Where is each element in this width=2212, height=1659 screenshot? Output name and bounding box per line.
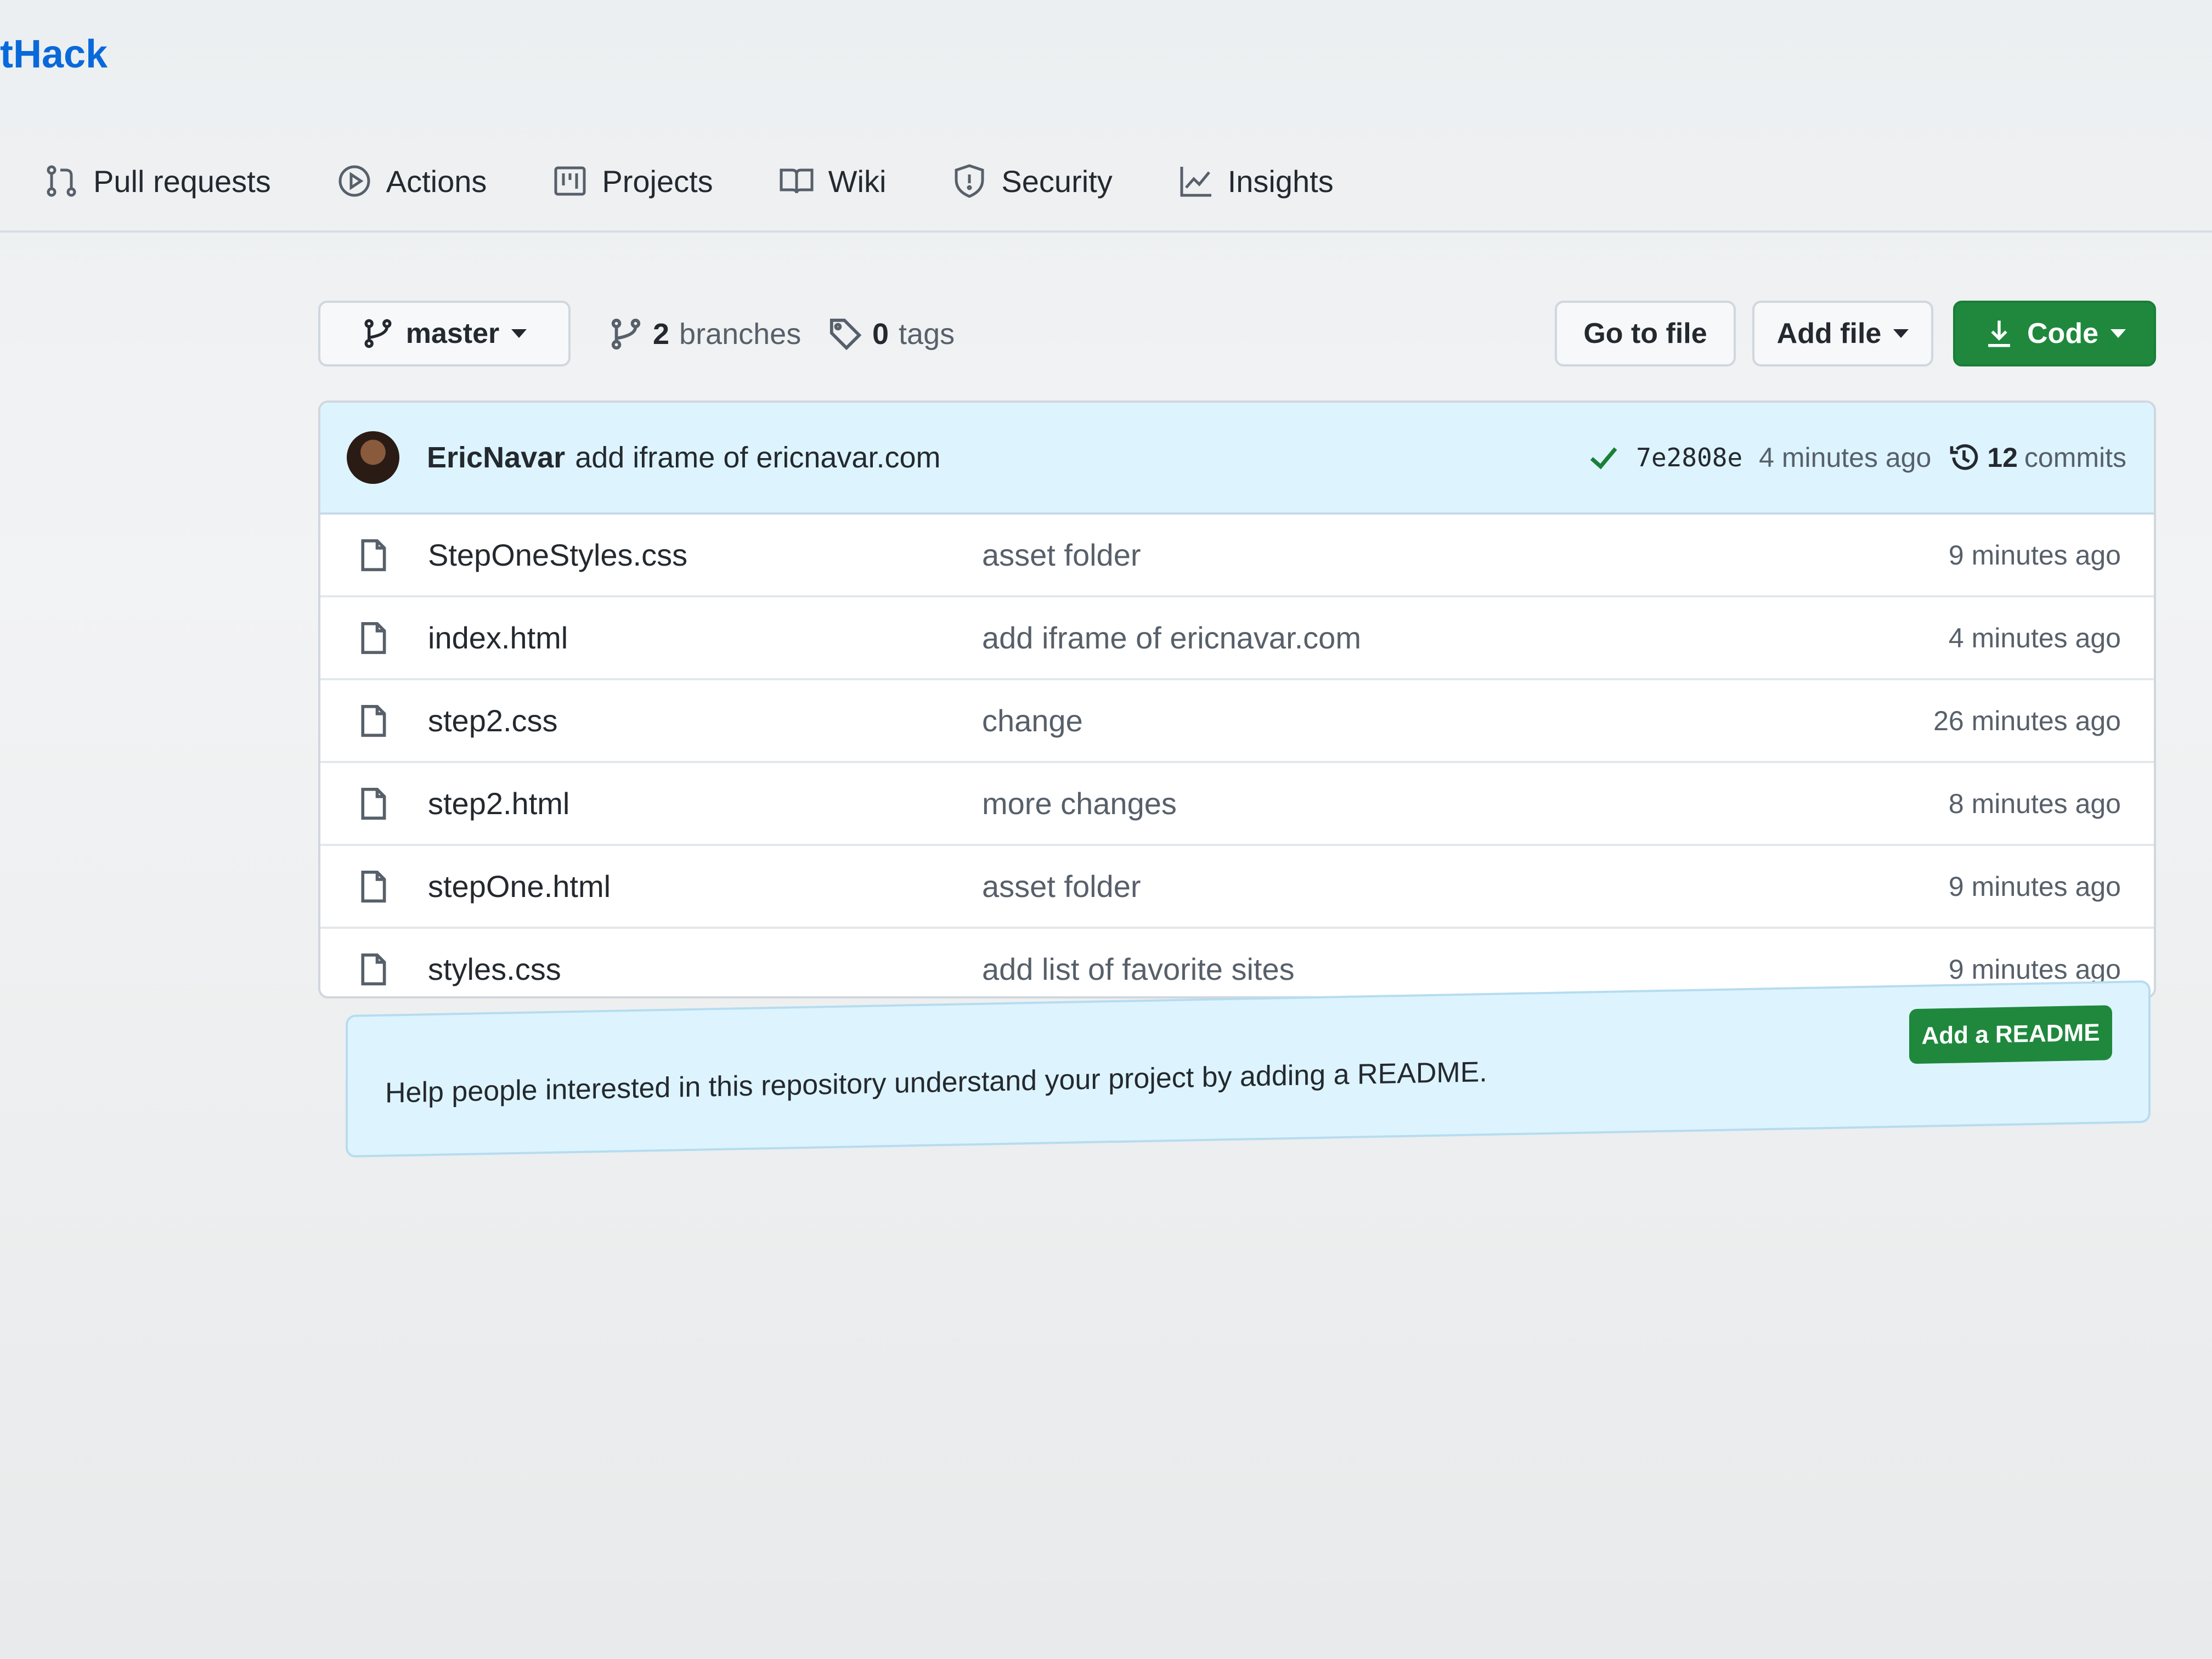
file-row[interactable]: index.html add iframe of ericnavar.com 4… — [320, 595, 2154, 678]
go-to-file-label: Go to file — [1583, 318, 1707, 349]
branch-name: master — [405, 318, 500, 349]
commit-sha[interactable]: 7e2808e — [1636, 443, 1742, 472]
play-icon — [338, 165, 370, 197]
graph-icon — [1180, 167, 1211, 197]
file-icon — [361, 787, 386, 820]
file-age: 9 minutes ago — [1948, 953, 2121, 985]
commit-author[interactable]: EricNavar — [427, 441, 565, 475]
file-commit-message[interactable]: add list of favorite sites — [982, 951, 1295, 987]
latest-commit-bar: EricNavar add iframe of ericnavar.com 7e… — [320, 403, 2154, 515]
chevron-down-icon — [511, 329, 527, 338]
file-name[interactable]: step2.css — [428, 703, 982, 738]
readme-banner-text: Help people interested in this repositor… — [385, 1056, 1487, 1109]
avatar[interactable] — [347, 431, 399, 484]
shield-icon — [955, 164, 984, 198]
download-icon — [1988, 320, 2010, 347]
file-row[interactable]: StepOneStyles.css asset folder 9 minutes… — [320, 515, 2154, 595]
repo-nav: Pull requests Actions Projects Wiki Secu… — [44, 154, 1334, 208]
tags-link[interactable]: 0 tags — [828, 317, 955, 351]
file-age: 9 minutes ago — [1948, 871, 2121, 902]
file-commit-message[interactable]: add iframe of ericnavar.com — [982, 620, 1361, 656]
tab-pull-requests[interactable]: Pull requests — [44, 163, 271, 199]
file-icon — [361, 870, 386, 902]
branches-link[interactable]: 2 branches — [609, 317, 801, 351]
commit-message[interactable]: add iframe of ericnavar.com — [575, 441, 940, 475]
commit-time: 4 minutes ago — [1759, 442, 1932, 473]
branch-select-button[interactable]: master — [318, 301, 571, 366]
file-list: StepOneStyles.css asset folder 9 minutes… — [320, 515, 2154, 996]
file-name[interactable]: index.html — [428, 620, 982, 656]
tag-icon — [830, 318, 862, 351]
add-file-button[interactable]: Add file — [1752, 301, 1933, 366]
file-name[interactable]: StepOneStyles.css — [428, 537, 982, 573]
tags-count: 0 — [872, 318, 889, 351]
branches-count: 2 — [653, 318, 670, 351]
tab-actions[interactable]: Actions — [337, 163, 487, 199]
readme-banner: Help people interested in this repositor… — [346, 980, 2151, 1158]
commit-meta: 7e2808e 4 minutes ago 12 commits — [1588, 441, 2126, 474]
file-list-box: EricNavar add iframe of ericnavar.com 7e… — [318, 400, 2156, 998]
file-icon — [361, 539, 386, 571]
file-commit-message[interactable]: asset folder — [982, 537, 1141, 573]
tab-pull-requests-label: Pull requests — [93, 163, 271, 199]
tab-actions-label: Actions — [386, 163, 487, 199]
file-age: 8 minutes ago — [1948, 788, 2121, 819]
tab-insights-label: Insights — [1227, 163, 1334, 199]
tab-insights[interactable]: Insights — [1178, 163, 1334, 199]
file-name[interactable]: styles.css — [428, 951, 982, 987]
commits-link[interactable]: 12 commits — [1948, 441, 2126, 474]
add-readme-button[interactable]: Add a README — [1909, 1005, 2112, 1064]
file-icon — [361, 953, 386, 985]
tab-projects-label: Projects — [602, 163, 713, 199]
project-board-icon — [554, 166, 586, 196]
go-to-file-button[interactable]: Go to file — [1555, 301, 1736, 366]
file-commit-message[interactable]: change — [982, 703, 1083, 738]
tags-label: tags — [899, 318, 955, 351]
tab-security-label: Security — [1001, 163, 1113, 199]
tab-wiki[interactable]: Wiki — [779, 163, 887, 199]
tab-projects[interactable]: Projects — [552, 163, 713, 199]
nav-divider — [0, 230, 2212, 233]
tab-wiki-label: Wiki — [828, 163, 887, 199]
branch-icon — [364, 319, 392, 348]
file-toolbar: master 2 branches 0 tags Go to file Add … — [318, 301, 2156, 372]
file-name[interactable]: step2.html — [428, 786, 982, 821]
branch-icon — [611, 318, 641, 350]
file-commit-message[interactable]: asset folder — [982, 868, 1141, 904]
file-name[interactable]: stepOne.html — [428, 868, 982, 904]
pull-request-icon — [47, 165, 76, 197]
file-row[interactable]: step2.html more changes 8 minutes ago — [320, 761, 2154, 844]
chevron-down-icon — [2111, 329, 2126, 338]
tab-security[interactable]: Security — [952, 163, 1113, 199]
chevron-down-icon — [1893, 329, 1909, 338]
check-icon — [1590, 447, 1617, 470]
book-icon — [780, 168, 814, 194]
file-row[interactable]: step2.css change 26 minutes ago — [320, 678, 2154, 761]
file-age: 4 minutes ago — [1948, 622, 2121, 653]
file-row[interactable]: stepOne.html asset folder 9 minutes ago — [320, 844, 2154, 927]
code-label: Code — [2027, 318, 2098, 349]
history-icon — [1950, 444, 1978, 470]
file-age: 26 minutes ago — [1933, 705, 2121, 736]
file-icon — [361, 622, 386, 654]
file-age: 9 minutes ago — [1948, 539, 2121, 571]
add-file-label: Add file — [1776, 318, 1882, 349]
repo-title[interactable]: tHack — [0, 32, 108, 77]
file-commit-message[interactable]: more changes — [982, 786, 1177, 821]
file-icon — [361, 704, 386, 737]
commits-count: 12 — [1987, 442, 2018, 473]
branches-label: branches — [679, 318, 802, 351]
commits-label: commits — [2024, 442, 2126, 473]
code-button[interactable]: Code — [1953, 301, 2156, 366]
